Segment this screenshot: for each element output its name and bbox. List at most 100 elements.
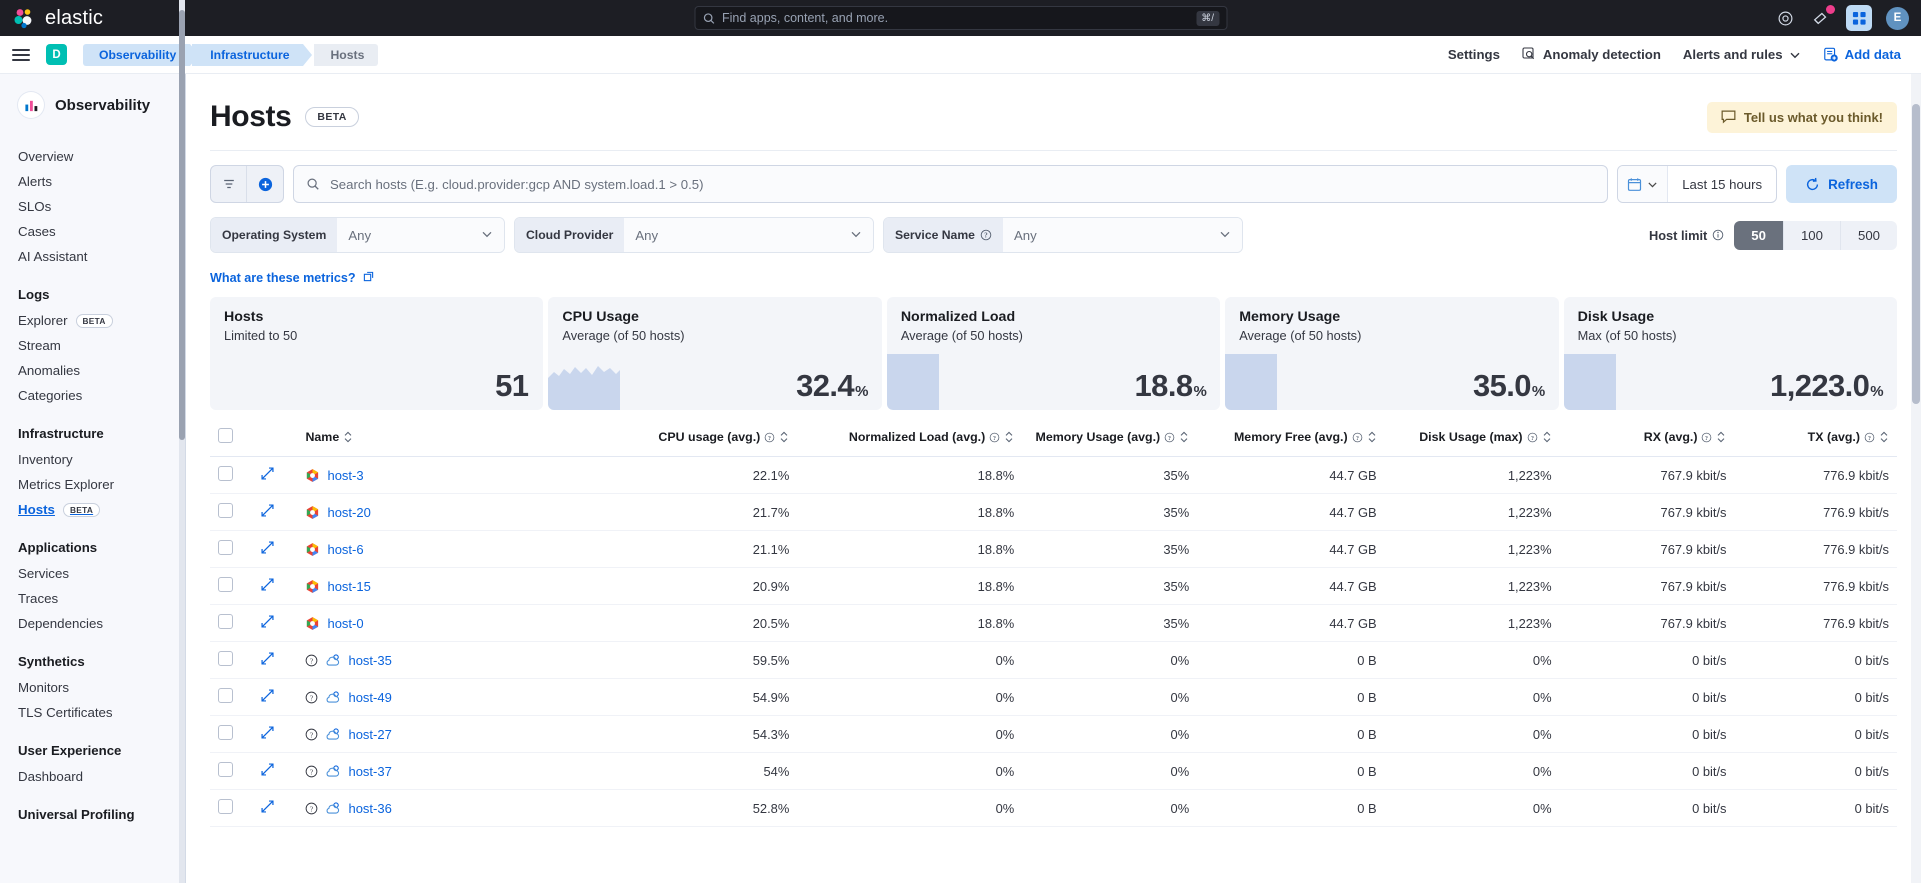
sort-icon[interactable]: [1879, 431, 1889, 443]
filter-service-name[interactable]: Service Name ? Any: [883, 217, 1243, 253]
expand-icon[interactable]: [260, 725, 275, 740]
sidebar-item-cases[interactable]: Cases: [0, 219, 185, 244]
host-name-link[interactable]: host-36: [348, 801, 391, 816]
filter-cloud-provider[interactable]: Cloud Provider Any: [514, 217, 874, 253]
row-checkbox[interactable]: [218, 466, 233, 481]
host-name-link[interactable]: host-15: [327, 579, 370, 594]
kpi-card-hosts[interactable]: Hosts Limited to 50 51: [210, 297, 544, 410]
sort-icon[interactable]: [1542, 431, 1552, 443]
filter-cloud-value[interactable]: Any: [624, 218, 873, 252]
expand-icon[interactable]: [260, 688, 275, 703]
info-icon[interactable]: ?: [764, 432, 775, 443]
info-icon[interactable]: ?: [1864, 432, 1875, 443]
kpi-card-normalized-load[interactable]: Normalized Load Average (of 50 hosts) 18…: [886, 297, 1221, 410]
table-row[interactable]: host-3 22.1% 18.8% 35% 44.7 GB 1,223% 76…: [210, 456, 1897, 494]
expand-icon[interactable]: [260, 799, 275, 814]
sort-icon[interactable]: [1179, 431, 1189, 443]
menu-toggle-icon[interactable]: [12, 48, 30, 61]
select-all-checkbox[interactable]: [218, 428, 233, 443]
row-checkbox[interactable]: [218, 651, 233, 666]
sidebar-item-slos[interactable]: SLOs: [0, 194, 185, 219]
filter-service-value[interactable]: Any: [1002, 218, 1242, 252]
sidebar-item-traces[interactable]: Traces: [0, 586, 185, 611]
filter-operating-system[interactable]: Operating System Any: [210, 217, 505, 253]
avatar[interactable]: E: [1886, 6, 1909, 30]
main-scrollbar-track[interactable]: [1911, 74, 1921, 883]
column-header-memory-free-avg[interactable]: Memory Free (avg.) ?: [1197, 420, 1385, 457]
expand-icon[interactable]: [260, 540, 275, 555]
sidebar-item-monitors[interactable]: Monitors: [0, 675, 185, 700]
host-name-link[interactable]: host-3: [327, 468, 363, 483]
sidebar-item-anomalies[interactable]: Anomalies: [0, 358, 185, 383]
expand-icon[interactable]: [260, 503, 275, 518]
info-icon[interactable]: ?: [1352, 432, 1363, 443]
table-row[interactable]: ? host-27 54.3% 0% 0% 0 B 0% 0 bit/s 0 b…: [210, 715, 1897, 753]
host-name-link[interactable]: host-27: [348, 727, 391, 742]
expand-icon[interactable]: [260, 762, 275, 777]
row-checkbox[interactable]: [218, 614, 233, 629]
info-icon[interactable]: ?: [980, 229, 992, 241]
column-header-name[interactable]: Name: [297, 420, 610, 457]
apps-grid-icon[interactable]: [1846, 5, 1872, 31]
help-icon[interactable]: [1774, 7, 1796, 29]
sidebar-item-alerts[interactable]: Alerts: [0, 169, 185, 194]
column-header-rx-avg[interactable]: RX (avg.) ?: [1559, 420, 1735, 457]
table-row[interactable]: ? host-37 54% 0% 0% 0 B 0% 0 bit/s 0 bit…: [210, 752, 1897, 790]
sidebar-item-overview[interactable]: Overview: [0, 144, 185, 169]
elastic-logo[interactable]: elastic: [12, 6, 103, 30]
row-checkbox[interactable]: [218, 540, 233, 555]
sidebar-item-explorer[interactable]: Explorer BETA: [0, 308, 185, 333]
table-row[interactable]: host-0 20.5% 18.8% 35% 44.7 GB 1,223% 76…: [210, 604, 1897, 642]
column-header-disk-usage-max[interactable]: Disk Usage (max) ?: [1384, 420, 1560, 457]
add-data-button[interactable]: Add data: [1823, 47, 1901, 63]
filter-os-value[interactable]: Any: [337, 218, 504, 252]
info-icon[interactable]: ?: [989, 432, 1000, 443]
kpi-card-cpu-usage[interactable]: CPU Usage Average (of 50 hosts) 32.4%: [548, 297, 882, 410]
host-name-link[interactable]: host-35: [348, 653, 391, 668]
row-checkbox[interactable]: [218, 503, 233, 518]
date-picker-quick-menu[interactable]: [1618, 166, 1669, 202]
sort-icon[interactable]: [1716, 431, 1726, 443]
date-picker[interactable]: Last 15 hours: [1617, 165, 1778, 203]
host-name-link[interactable]: host-37: [348, 764, 391, 779]
kpi-card-disk-usage[interactable]: Disk Usage Max (of 50 hosts) 1,223.0%: [1563, 297, 1898, 410]
host-name-link[interactable]: host-0: [327, 616, 363, 631]
host-limit-option-50[interactable]: 50: [1734, 220, 1784, 250]
host-name-link[interactable]: host-49: [348, 690, 391, 705]
add-filter-icon[interactable]: [247, 166, 283, 202]
sidebar-item-dashboard[interactable]: Dashboard: [0, 764, 185, 789]
expand-icon[interactable]: [260, 651, 275, 666]
table-row[interactable]: host-20 21.7% 18.8% 35% 44.7 GB 1,223% 7…: [210, 493, 1897, 531]
settings-button[interactable]: Settings: [1448, 47, 1500, 62]
filter-options-icon[interactable]: [211, 166, 247, 202]
info-icon[interactable]: ?: [1164, 432, 1175, 443]
table-row[interactable]: host-6 21.1% 18.8% 35% 44.7 GB 1,223% 76…: [210, 530, 1897, 568]
refresh-button[interactable]: Refresh: [1786, 165, 1897, 203]
main-scrollbar-thumb[interactable]: [1912, 104, 1920, 404]
date-range-value[interactable]: Last 15 hours: [1668, 177, 1776, 192]
sort-icon[interactable]: [1004, 431, 1014, 443]
feedback-button[interactable]: Tell us what you think!: [1706, 101, 1897, 133]
breadcrumb-item-hosts[interactable]: Hosts: [314, 43, 379, 66]
row-checkbox[interactable]: [218, 577, 233, 592]
breadcrumb-item-infrastructure[interactable]: Infrastructure: [192, 43, 313, 66]
info-icon[interactable]: ?: [1527, 432, 1538, 443]
sort-icon[interactable]: [779, 431, 789, 443]
sidebar-item-dependencies[interactable]: Dependencies: [0, 611, 185, 636]
sidebar-item-hosts[interactable]: Hosts BETA: [0, 497, 185, 522]
host-limit-option-100[interactable]: 100: [1784, 220, 1841, 250]
kpi-card-memory-usage[interactable]: Memory Usage Average (of 50 hosts) 35.0%: [1225, 297, 1559, 410]
expand-icon[interactable]: [260, 577, 275, 592]
anomaly-detection-button[interactable]: Anomaly detection: [1522, 47, 1661, 62]
column-header-normalized-load-avg[interactable]: Normalized Load (avg.) ?: [797, 420, 1023, 457]
space-avatar[interactable]: D: [46, 44, 67, 65]
column-header-memory-usage-avg[interactable]: Memory Usage (avg.) ?: [1022, 420, 1198, 457]
info-icon[interactable]: [1712, 229, 1724, 241]
sidebar-item-ai-assistant[interactable]: AI Assistant: [0, 244, 185, 269]
table-row[interactable]: host-15 20.9% 18.8% 35% 44.7 GB 1,223% 7…: [210, 567, 1897, 605]
what-are-these-metrics-link[interactable]: What are these metrics?: [210, 271, 374, 285]
sidebar-item-metrics-explorer[interactable]: Metrics Explorer: [0, 472, 185, 497]
expand-icon[interactable]: [260, 614, 275, 629]
search-input[interactable]: Search hosts (E.g. cloud.provider:gcp AN…: [293, 165, 1609, 203]
sort-icon[interactable]: [1367, 431, 1377, 443]
